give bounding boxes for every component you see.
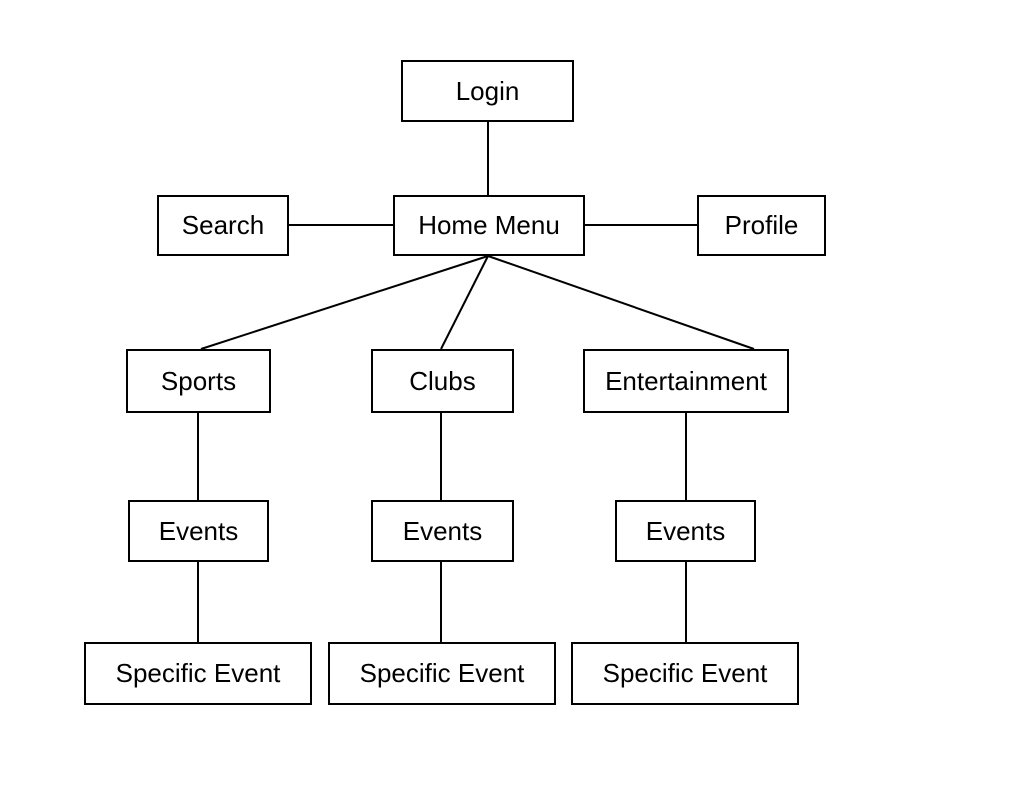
- node-search: Search: [157, 195, 289, 256]
- node-specific-entertainment: Specific Event: [571, 642, 799, 705]
- node-home-menu-label: Home Menu: [418, 210, 560, 241]
- node-specific-entertainment-label: Specific Event: [603, 658, 768, 689]
- node-sports: Sports: [126, 349, 271, 413]
- node-sports-label: Sports: [161, 366, 236, 397]
- node-clubs-label: Clubs: [409, 366, 475, 397]
- node-events-sports-label: Events: [159, 516, 239, 547]
- node-clubs: Clubs: [371, 349, 514, 413]
- node-events-entertainment: Events: [615, 500, 756, 562]
- sitemap-diagram: Login Search Home Menu Profile Sports Cl…: [0, 0, 1024, 787]
- node-login: Login: [401, 60, 574, 122]
- node-events-clubs-label: Events: [403, 516, 483, 547]
- node-search-label: Search: [182, 210, 264, 241]
- node-home-menu: Home Menu: [393, 195, 585, 256]
- node-entertainment-label: Entertainment: [605, 366, 767, 397]
- node-profile: Profile: [697, 195, 826, 256]
- node-events-clubs: Events: [371, 500, 514, 562]
- node-entertainment: Entertainment: [583, 349, 789, 413]
- node-events-sports: Events: [128, 500, 269, 562]
- node-specific-sports: Specific Event: [84, 642, 312, 705]
- node-specific-sports-label: Specific Event: [116, 658, 281, 689]
- node-specific-clubs-label: Specific Event: [360, 658, 525, 689]
- node-profile-label: Profile: [725, 210, 799, 241]
- node-login-label: Login: [456, 76, 520, 107]
- node-events-entertainment-label: Events: [646, 516, 726, 547]
- node-specific-clubs: Specific Event: [328, 642, 556, 705]
